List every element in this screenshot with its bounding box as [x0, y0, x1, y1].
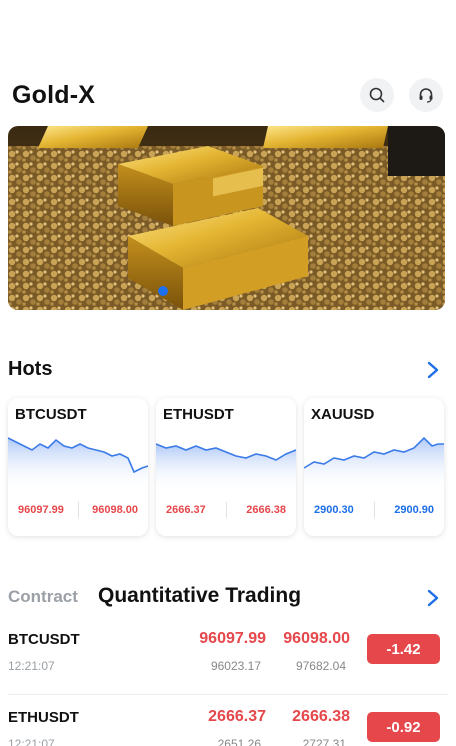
card-bid-value: 2900.30 — [314, 504, 354, 516]
card-bid-value: 96097.99 — [18, 504, 64, 516]
row-low-price: 2651.26 — [217, 737, 261, 746]
carousel-indicator[interactable] — [158, 286, 168, 296]
hot-card-xauusd[interactable]: XAUUSD 2900.30 2900.90 — [304, 398, 444, 536]
row-change-badge: -1.42 — [367, 634, 440, 664]
market-row-ethusdt[interactable]: ETHUSDT 12:21:07 2666.37 2666.38 2651.26… — [0, 694, 456, 746]
row-low-price: 96023.17 — [210, 659, 261, 673]
hots-section-header: Hots — [0, 354, 456, 386]
customer-support-button[interactable] — [409, 78, 443, 112]
row-divider — [8, 694, 448, 695]
card-symbol: BTCUSDT — [15, 406, 87, 423]
sparkline-chart — [304, 436, 444, 492]
row-symbol: BTCUSDT — [8, 631, 80, 648]
card-divider — [226, 502, 227, 518]
promo-banner[interactable] — [8, 126, 445, 310]
row-symbol: ETHUSDT — [8, 709, 79, 726]
headset-icon — [419, 88, 433, 103]
hot-card-btcusdt[interactable]: BTCUSDT 96097.99 96098.00 — [8, 398, 148, 536]
row-time: 12:21:07 — [8, 737, 55, 746]
hots-cards: BTCUSDT 96097.99 96098.00 ETHUSDT 2666.3… — [8, 398, 448, 538]
row-bid-price: 96097.99 — [199, 630, 266, 647]
tab-quantitative-trading[interactable]: Quantitative Trading — [98, 584, 301, 608]
search-button[interactable] — [360, 78, 394, 112]
search-icon — [369, 87, 385, 103]
app-header: Gold-X — [0, 78, 456, 118]
tab-contract[interactable]: Contract — [8, 587, 78, 607]
card-ask-value: 96098.00 — [92, 504, 138, 516]
row-high-price: 2727.31 — [302, 737, 346, 746]
card-divider — [78, 502, 79, 518]
market-row-btcusdt[interactable]: BTCUSDT 12:21:07 96097.99 96098.00 96023… — [0, 624, 456, 694]
market-tabs-header: Contract Quantitative Trading — [0, 582, 456, 614]
row-change-badge: -0.92 — [367, 712, 440, 742]
card-divider — [374, 502, 375, 518]
sparkline-chart — [156, 443, 296, 492]
hots-title: Hots — [8, 358, 53, 380]
hot-card-ethusdt[interactable]: ETHUSDT 2666.37 2666.38 — [156, 398, 296, 536]
card-symbol: XAUUSD — [311, 406, 375, 423]
row-ask-price: 96098.00 — [283, 630, 350, 647]
app-title: Gold-X — [12, 81, 96, 109]
gold-bars-image — [8, 126, 445, 310]
row-ask-price: 2666.38 — [292, 708, 350, 725]
sparkline-chart — [8, 437, 148, 492]
chevron-right-icon[interactable] — [425, 360, 441, 380]
row-high-price: 97682.04 — [295, 659, 346, 673]
card-ask-value: 2666.38 — [246, 504, 286, 516]
card-symbol: ETHUSDT — [163, 406, 234, 423]
card-bid-value: 2666.37 — [166, 504, 206, 516]
chevron-right-icon[interactable] — [425, 588, 441, 608]
row-time: 12:21:07 — [8, 659, 55, 673]
row-bid-price: 2666.37 — [208, 708, 266, 725]
card-ask-value: 2900.90 — [394, 504, 434, 516]
